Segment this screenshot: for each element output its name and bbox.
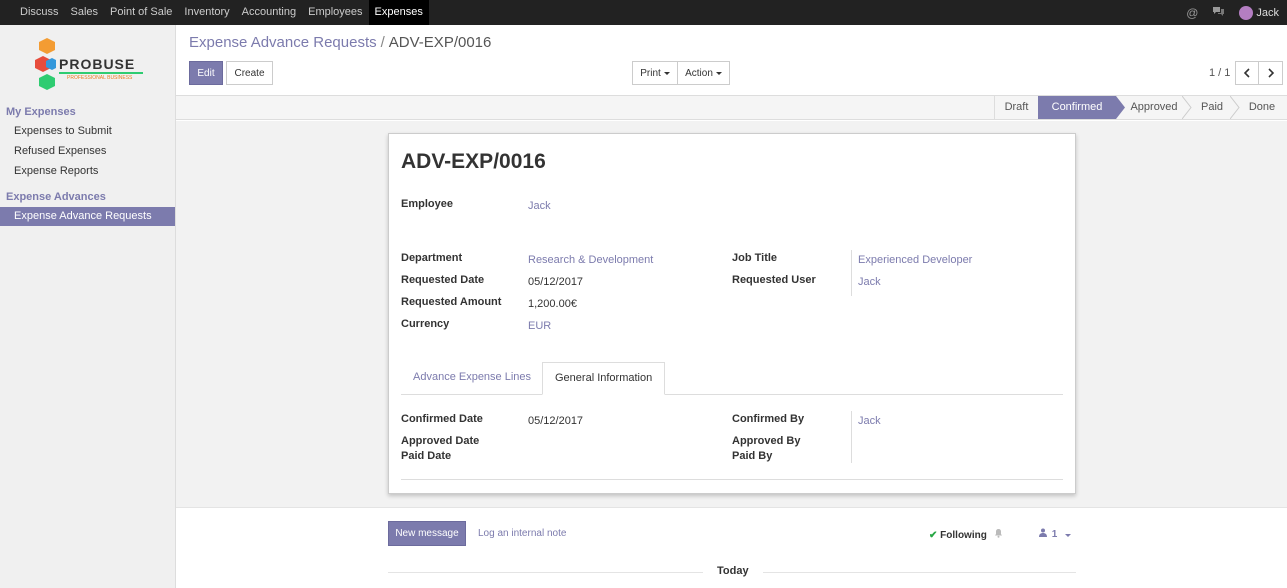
form-divider xyxy=(401,479,1063,480)
caret-down-icon xyxy=(1065,534,1072,537)
sidebar-item-expense-reports[interactable]: Expense Reports xyxy=(0,162,175,181)
action-dropdown[interactable]: Action xyxy=(677,61,730,85)
approved-by-label: Approved By xyxy=(732,435,801,447)
check-icon: ✔ xyxy=(929,530,938,541)
following-toggle[interactable]: ✔ Following xyxy=(929,528,1003,541)
department-label: Department xyxy=(401,252,463,264)
stage-done[interactable]: Done xyxy=(1242,96,1282,119)
chevron-right-icon xyxy=(1267,68,1274,78)
job-title-value[interactable]: Experienced Developer xyxy=(858,254,972,266)
menu-sales[interactable]: Sales xyxy=(65,0,105,25)
form-sheet: ADV-EXP/0016 Employee Jack Department Re… xyxy=(388,133,1076,494)
currency-value[interactable]: EUR xyxy=(528,320,551,332)
confirmed-by-label: Confirmed By xyxy=(732,413,805,425)
field-divider xyxy=(851,411,852,463)
pager-previous-button[interactable] xyxy=(1235,61,1259,85)
menu-expenses[interactable]: Expenses xyxy=(368,0,429,25)
user-icon xyxy=(1039,528,1047,537)
status-bar: Draft Confirmed Approved Paid Done xyxy=(176,95,1287,120)
menu-employees[interactable]: Employees xyxy=(302,0,368,25)
menu-inventory[interactable]: Inventory xyxy=(178,0,235,25)
sidebar-item-expense-advance-requests[interactable]: Expense Advance Requests xyxy=(0,207,175,226)
stage-arrow-icon xyxy=(1116,96,1125,119)
following-label: Following xyxy=(940,530,987,541)
menu-point-of-sale[interactable]: Point of Sale xyxy=(104,0,178,25)
paid-date-label: Paid Date xyxy=(401,450,452,462)
logo-underline xyxy=(59,72,143,74)
notebook-tabs: Advance Expense Lines General Informatio… xyxy=(401,362,1063,395)
requested-date-label: Requested Date xyxy=(401,274,485,286)
requested-user-value[interactable]: Jack xyxy=(858,276,881,288)
sidebar-item-expenses-to-submit[interactable]: Expenses to Submit xyxy=(0,122,175,141)
breadcrumb-current: ADV-EXP/0016 xyxy=(388,34,492,51)
chatter: New message Log an internal note ✔ Follo… xyxy=(176,507,1287,588)
breadcrumb-separator: / xyxy=(380,34,385,51)
at-icon[interactable]: @ xyxy=(1186,6,1198,20)
sidebar-section-my-expenses: My Expenses xyxy=(6,106,76,118)
employee-value[interactable]: Jack xyxy=(528,200,551,212)
company-logo: PROBUSE PROFESSIONAL BUSINESS xyxy=(34,36,146,94)
caret-down-icon xyxy=(663,71,670,75)
job-title-label: Job Title xyxy=(732,252,778,264)
employee-label: Employee xyxy=(401,198,453,210)
pager-next-button[interactable] xyxy=(1258,61,1283,85)
logo-hexagons-icon xyxy=(35,38,56,90)
menu-discuss[interactable]: Discuss xyxy=(14,0,65,25)
requested-date-value: 05/12/2017 xyxy=(528,276,584,288)
sidebar: PROBUSE PROFESSIONAL BUSINESS My Expense… xyxy=(0,25,176,588)
stage-arrow-icon xyxy=(1230,96,1240,119)
sidebar-section-expense-advances: Expense Advances xyxy=(6,191,106,203)
confirmed-date-value: 05/12/2017 xyxy=(528,415,584,427)
tab-advance-expense-lines[interactable]: Advance Expense Lines xyxy=(401,362,543,395)
requested-amount-value: 1,200.00€ xyxy=(528,298,577,310)
date-separator-today: Today xyxy=(703,565,763,577)
breadcrumb: Expense Advance Requests / ADV-EXP/0016 xyxy=(189,34,491,51)
confirmed-by-value[interactable]: Jack xyxy=(858,415,881,427)
print-dropdown[interactable]: Print xyxy=(632,61,678,85)
requested-user-label: Requested User xyxy=(732,274,816,286)
tab-general-information[interactable]: General Information xyxy=(542,362,666,395)
pager-value: 1 / 1 xyxy=(1209,67,1231,79)
stage-arrow-icon xyxy=(1182,96,1192,119)
bell-icon[interactable] xyxy=(994,529,1003,541)
chevron-left-icon xyxy=(1243,68,1250,78)
log-note-link[interactable]: Log an internal note xyxy=(478,528,566,539)
stage-draft[interactable]: Draft xyxy=(994,96,1038,119)
caret-down-icon xyxy=(715,71,722,75)
followers-dropdown[interactable]: 1 xyxy=(1039,528,1072,540)
stage-approved[interactable]: Approved xyxy=(1126,96,1182,119)
topbar-right: @ Jack xyxy=(1186,0,1279,25)
logo-tagline: PROFESSIONAL BUSINESS xyxy=(67,75,133,81)
top-navbar: Discuss Sales Point of Sale Inventory Ac… xyxy=(0,0,1287,25)
stage-confirmed[interactable]: Confirmed xyxy=(1038,96,1116,119)
user-menu[interactable]: Jack xyxy=(1239,5,1279,20)
chat-icon[interactable] xyxy=(1212,6,1225,20)
followers-count: 1 xyxy=(1051,529,1058,540)
department-value[interactable]: Research & Development xyxy=(528,254,653,266)
new-message-button[interactable]: New message xyxy=(388,521,466,546)
field-divider xyxy=(851,250,852,296)
user-name: Jack xyxy=(1256,6,1279,19)
approved-date-label: Approved Date xyxy=(401,435,480,447)
document-title: ADV-EXP/0016 xyxy=(401,150,546,173)
avatar xyxy=(1239,5,1254,20)
edit-button[interactable]: Edit xyxy=(189,61,223,85)
create-button[interactable]: Create xyxy=(226,61,273,85)
requested-amount-label: Requested Amount xyxy=(401,296,502,308)
app-menu: Discuss Sales Point of Sale Inventory Ac… xyxy=(0,0,429,25)
currency-label: Currency xyxy=(401,318,450,330)
stage-paid[interactable]: Paid xyxy=(1192,96,1232,119)
action-label: Action xyxy=(685,67,713,79)
menu-accounting[interactable]: Accounting xyxy=(236,0,302,25)
breadcrumb-parent[interactable]: Expense Advance Requests xyxy=(189,34,377,51)
logo-brand: PROBUSE xyxy=(59,56,136,72)
print-label: Print xyxy=(640,67,661,79)
sidebar-item-refused-expenses[interactable]: Refused Expenses xyxy=(0,142,175,161)
confirmed-date-label: Confirmed Date xyxy=(401,413,483,425)
paid-by-label: Paid By xyxy=(732,450,773,462)
